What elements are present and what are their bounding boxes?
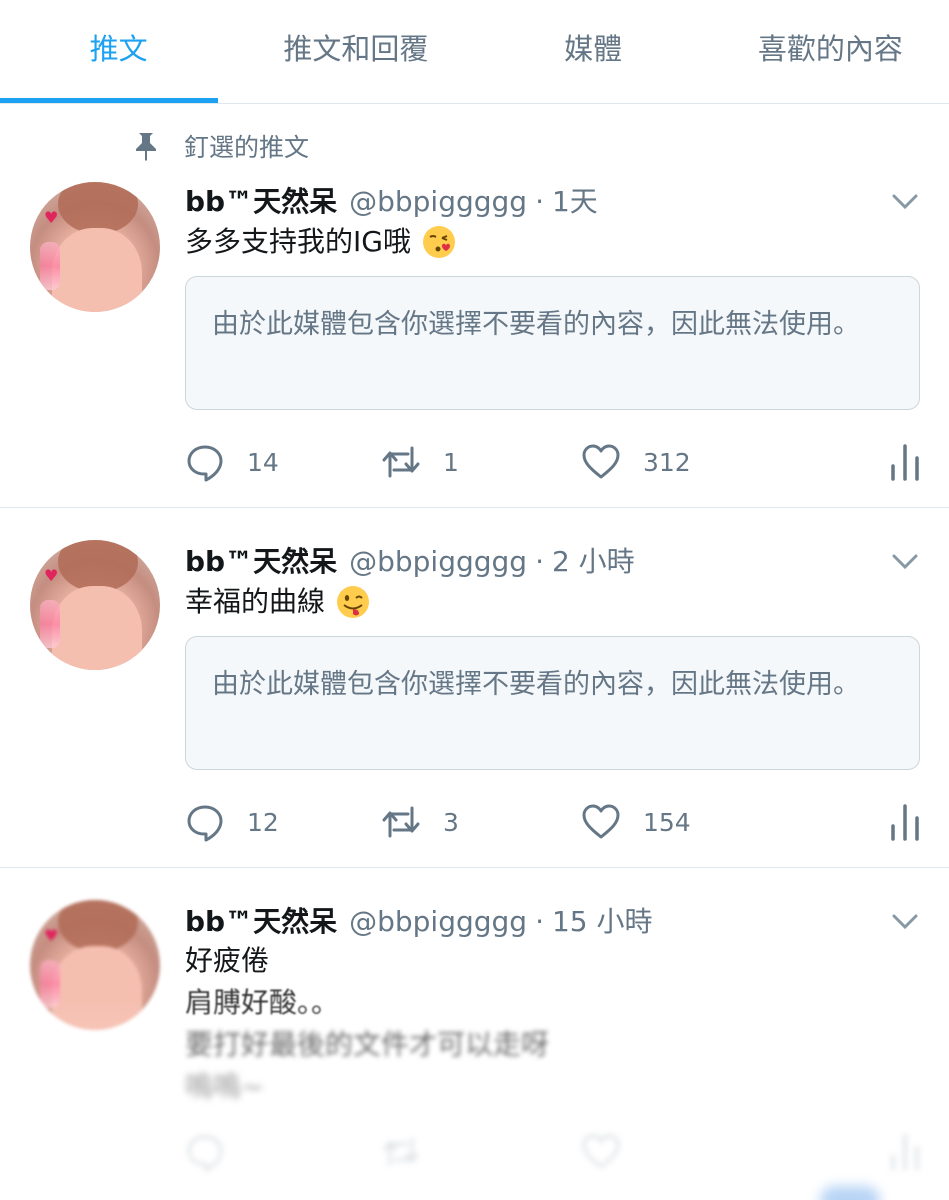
analytics-button[interactable] bbox=[885, 800, 925, 844]
like-button[interactable] bbox=[581, 1130, 621, 1174]
tweet-timestamp[interactable]: 1天 bbox=[552, 180, 598, 220]
retweet-button[interactable]: 3 bbox=[381, 800, 459, 844]
pinned-tweet-label: 釘選的推文 bbox=[134, 128, 309, 164]
reply-icon bbox=[187, 805, 223, 842]
winking-face-with-tongue-icon bbox=[337, 586, 370, 618]
tweet-actions bbox=[185, 1130, 919, 1174]
profile-tabs: 推文 推文和回覆 媒體 喜歡的內容 bbox=[0, 0, 949, 104]
reply-button[interactable]: 12 bbox=[185, 800, 279, 844]
tab-likes[interactable]: 喜歡的內容 bbox=[712, 0, 949, 104]
heart-icon bbox=[582, 444, 620, 479]
separator-dot: · bbox=[535, 545, 544, 578]
analytics-button[interactable] bbox=[885, 440, 925, 484]
heart-icon bbox=[582, 1134, 620, 1169]
chevron-down-icon[interactable] bbox=[891, 912, 919, 932]
tweet-text-line: 要打好最後的文件才可以走呀 bbox=[185, 1028, 550, 1061]
retweet-button[interactable]: 1 bbox=[381, 440, 459, 484]
active-tab-indicator bbox=[0, 98, 218, 103]
tweet-text: 好疲倦 肩膊好酸。。 要打好最後的文件才可以走呀 嗚嗚~ bbox=[185, 940, 885, 1108]
user-handle[interactable]: @bbpiggggg bbox=[349, 545, 527, 578]
tweet-text-line: 肩膊好酸。。 bbox=[185, 986, 340, 1019]
retweet-count: 3 bbox=[443, 807, 459, 837]
avatar[interactable]: ♥ bbox=[30, 900, 160, 1030]
tweet[interactable]: ♥ bb™天然呆 @bbpiggggg · 1天 多多支持我的IG哦 由於此媒體… bbox=[0, 166, 949, 508]
reply-icon bbox=[187, 445, 223, 482]
display-name[interactable]: bb™天然呆 bbox=[185, 540, 337, 580]
tweet-actions: 12 3 154 bbox=[185, 800, 919, 844]
heart-icon bbox=[582, 804, 620, 839]
analytics-icon bbox=[891, 444, 919, 481]
avatar[interactable]: ♥ bbox=[30, 182, 160, 312]
tweet-header: bb™天然呆 @bbpiggggg · 15 小時 bbox=[185, 900, 653, 940]
user-handle[interactable]: @bbpiggggg bbox=[349, 185, 527, 218]
tweet[interactable]: ♥ bb™天然呆 @bbpiggggg · 2 小時 幸福的曲線 由於此媒體包含… bbox=[0, 508, 949, 868]
analytics-button[interactable] bbox=[885, 1130, 925, 1174]
tweet-text: 幸福的曲線 bbox=[185, 582, 371, 622]
compose-button-edge[interactable] bbox=[820, 1186, 880, 1200]
tweet-text-line: 好疲倦 bbox=[185, 944, 270, 977]
reply-count: 12 bbox=[247, 807, 279, 837]
tab-tweets[interactable]: 推文 bbox=[0, 0, 237, 104]
tweet-timestamp[interactable]: 15 小時 bbox=[552, 900, 653, 940]
reply-button[interactable]: 14 bbox=[185, 440, 279, 484]
reply-count: 14 bbox=[247, 447, 279, 477]
user-handle[interactable]: @bbpiggggg bbox=[349, 905, 527, 938]
like-button[interactable]: 312 bbox=[581, 440, 691, 484]
tab-media[interactable]: 媒體 bbox=[475, 0, 712, 104]
tweet[interactable]: ♥ bb™天然呆 @bbpiggggg · 15 小時 好疲倦 肩膊好酸。。 要… bbox=[0, 868, 949, 1200]
like-count: 154 bbox=[643, 807, 691, 837]
pinned-label-text: 釘選的推文 bbox=[184, 133, 310, 162]
analytics-icon bbox=[891, 1134, 919, 1171]
avatar[interactable]: ♥ bbox=[30, 540, 160, 670]
separator-dot: · bbox=[535, 185, 544, 218]
like-button[interactable]: 154 bbox=[581, 800, 691, 844]
retweet-icon bbox=[382, 806, 420, 838]
media-unavailable-notice: 由於此媒體包含你選擇不要看的內容，因此無法使用。 bbox=[185, 276, 920, 410]
reply-icon bbox=[187, 1135, 223, 1172]
tweet-text: 多多支持我的IG哦 bbox=[185, 222, 457, 262]
retweet-icon bbox=[382, 1138, 420, 1166]
retweet-icon bbox=[382, 446, 420, 478]
tweet-header: bb™天然呆 @bbpiggggg · 1天 bbox=[185, 180, 598, 220]
chevron-down-icon[interactable] bbox=[891, 552, 919, 572]
media-unavailable-notice: 由於此媒體包含你選擇不要看的內容，因此無法使用。 bbox=[185, 636, 920, 770]
reply-button[interactable] bbox=[185, 1130, 225, 1174]
separator-dot: · bbox=[535, 905, 544, 938]
tweet-header: bb™天然呆 @bbpiggggg · 2 小時 bbox=[185, 540, 635, 580]
tab-tweets-and-replies[interactable]: 推文和回覆 bbox=[237, 0, 474, 104]
chevron-down-icon[interactable] bbox=[891, 192, 919, 212]
tweet-actions: 14 1 312 bbox=[185, 440, 919, 484]
tweet-timestamp[interactable]: 2 小時 bbox=[552, 540, 635, 580]
tweet-text-line: 嗚嗚~ bbox=[185, 1070, 265, 1103]
like-count: 312 bbox=[643, 447, 691, 477]
tweet-text-content: 多多支持我的IG哦 bbox=[185, 225, 411, 258]
retweet-button[interactable] bbox=[381, 1130, 421, 1174]
face-blowing-kiss-icon bbox=[422, 226, 455, 258]
display-name[interactable]: bb™天然呆 bbox=[185, 900, 337, 940]
pin-icon bbox=[136, 133, 156, 161]
tweet-text-content: 幸福的曲線 bbox=[185, 585, 326, 618]
retweet-count: 1 bbox=[443, 447, 459, 477]
analytics-icon bbox=[891, 804, 919, 841]
display-name[interactable]: bb™天然呆 bbox=[185, 180, 337, 220]
